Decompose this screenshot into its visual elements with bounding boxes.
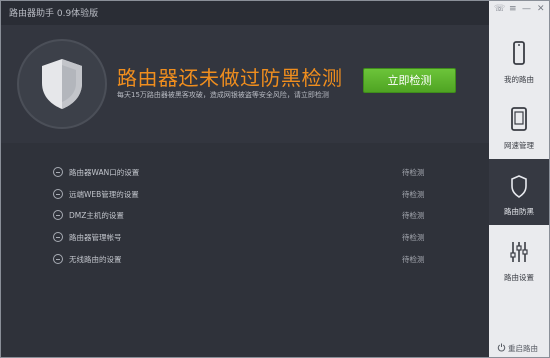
sidebar-item-label: 我的路由 xyxy=(504,75,534,84)
shield-icon xyxy=(42,59,82,109)
item-label: 远端WEB管理的设置 xyxy=(69,190,139,199)
phone-icon xyxy=(513,41,525,65)
sidebar: ☏ ≡ — ✕ 我的路由 网速管理 路由防黑 路由设置 重启路由 xyxy=(489,1,549,357)
check-now-button[interactable]: 立即检测 xyxy=(363,68,456,93)
hero-subtitle: 每天15万路由器被黑客攻破，造成网银被盗等安全风险，请立即检测 xyxy=(117,91,329,99)
restart-label: 重启路由 xyxy=(508,344,538,353)
sidebar-item-label: 路由设置 xyxy=(504,273,534,282)
list-item: 路由器WAN口的设置 待检测 xyxy=(53,165,433,179)
sidebar-item-my-router[interactable]: 我的路由 xyxy=(489,27,549,93)
sidebar-item-anti-hack[interactable]: 路由防黑 xyxy=(489,159,549,225)
shield-icon xyxy=(511,175,527,198)
window-controls: ☏ ≡ — ✕ xyxy=(489,1,549,23)
list-item: 路由器管理帐号 待检测 xyxy=(53,230,433,244)
pending-icon xyxy=(53,232,63,242)
hero-title: 路由器还未做过防黑检测 xyxy=(117,66,343,90)
minimize-icon[interactable]: — xyxy=(522,4,531,14)
item-status: 待检测 xyxy=(402,233,425,242)
sidebar-item-speed-manage[interactable]: 网速管理 xyxy=(489,93,549,159)
list-item: 无线路由的设置 待检测 xyxy=(53,252,433,266)
title-bar: 路由器助手 0.9体验版 xyxy=(1,1,489,25)
pending-icon xyxy=(53,189,63,199)
close-icon[interactable]: ✕ xyxy=(537,4,545,14)
list-item: 远端WEB管理的设置 待检测 xyxy=(53,187,433,201)
shield-badge xyxy=(17,39,107,129)
tablet-icon xyxy=(511,107,527,131)
pending-icon xyxy=(53,254,63,264)
sidebar-item-label: 路由防黑 xyxy=(504,207,534,216)
feedback-icon[interactable]: ☏ xyxy=(494,4,505,14)
app-window: 路由器助手 0.9体验版 路由器还未做过防黑检测 每天15万路由器被黑客攻破，造… xyxy=(0,0,550,358)
restart-router-button[interactable]: 重启路由 xyxy=(497,343,538,354)
item-label: 路由器管理帐号 xyxy=(69,233,122,242)
item-status: 待检测 xyxy=(402,211,425,220)
pending-icon xyxy=(53,210,63,220)
item-status: 待检测 xyxy=(402,255,425,264)
sidebar-item-router-settings[interactable]: 路由设置 xyxy=(489,225,549,291)
item-label: DMZ主机的设置 xyxy=(69,211,124,220)
item-label: 路由器WAN口的设置 xyxy=(69,168,140,177)
pending-icon xyxy=(53,167,63,177)
sliders-icon xyxy=(510,242,528,262)
check-item-list: 路由器WAN口的设置 待检测 远端WEB管理的设置 待检测 DMZ主机的设置 待… xyxy=(1,143,489,357)
menu-icon[interactable]: ≡ xyxy=(509,4,517,14)
app-title: 路由器助手 0.9体验版 xyxy=(9,9,99,19)
item-label: 无线路由的设置 xyxy=(69,255,122,264)
sidebar-item-label: 网速管理 xyxy=(504,141,534,150)
hero-banner: 路由器还未做过防黑检测 每天15万路由器被黑客攻破，造成网银被盗等安全风险，请立… xyxy=(1,25,489,143)
item-status: 待检测 xyxy=(402,168,425,177)
main-panel: 路由器助手 0.9体验版 路由器还未做过防黑检测 每天15万路由器被黑客攻破，造… xyxy=(1,1,489,357)
list-item: DMZ主机的设置 待检测 xyxy=(53,208,433,222)
power-icon xyxy=(497,343,506,352)
item-status: 待检测 xyxy=(402,190,425,199)
